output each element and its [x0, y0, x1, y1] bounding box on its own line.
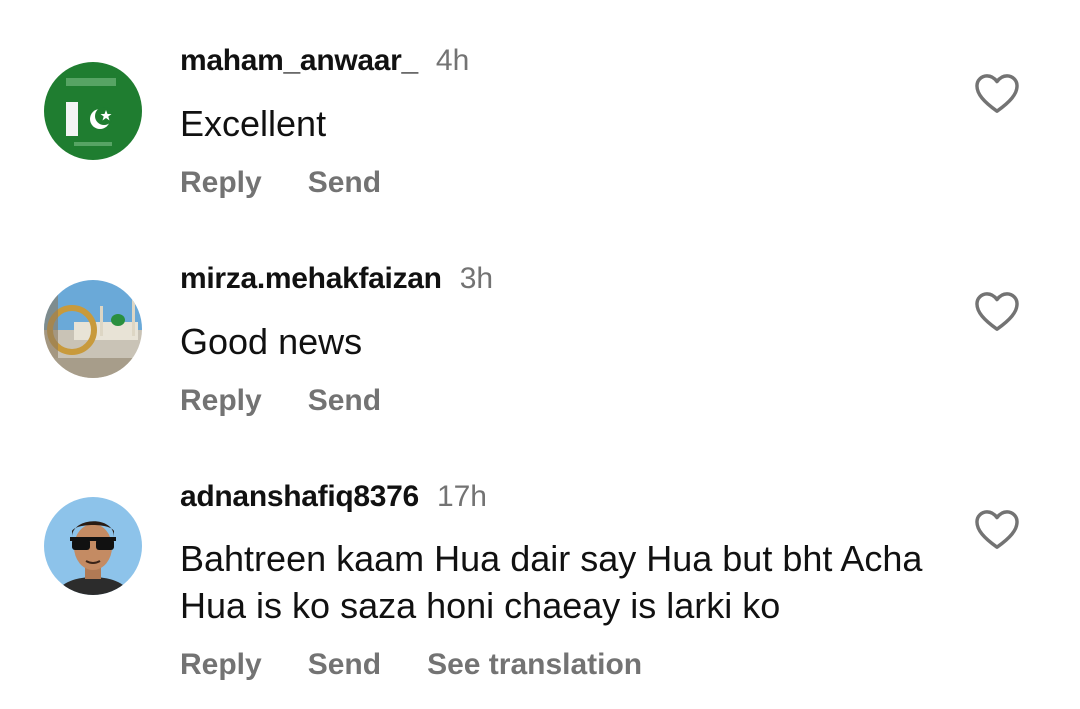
like-button[interactable]: [974, 73, 1020, 115]
timestamp: 3h: [459, 262, 494, 295]
username[interactable]: mirza.mehakfaizan: [180, 262, 442, 296]
like-button[interactable]: [974, 291, 1020, 333]
comment-actions: Reply Send: [180, 384, 427, 418]
person-photo-avatar-icon: [44, 497, 142, 595]
heart-outline-icon: [975, 292, 1019, 331]
comment-meta: mirza.mehakfaizan 3h: [180, 262, 493, 296]
heart-outline-icon: [975, 74, 1019, 113]
avatar[interactable]: [44, 497, 142, 595]
send-button[interactable]: Send: [308, 166, 381, 200]
reply-button[interactable]: Reply: [180, 648, 262, 682]
timestamp: 17h: [436, 480, 487, 513]
like-button[interactable]: [974, 509, 1020, 551]
comment-text: Excellent: [180, 103, 327, 144]
comment-meta: maham_anwaar_ 4h: [180, 44, 469, 78]
send-button[interactable]: Send: [308, 384, 381, 418]
comment-actions: Reply Send See translation: [180, 648, 688, 682]
mosque-photo-avatar-icon: [44, 280, 142, 378]
comment-text: Bahtreen kaam Hua dair say Hua but bht A…: [180, 538, 923, 626]
see-translation-button[interactable]: See translation: [427, 648, 642, 682]
comment-actions: Reply Send: [180, 166, 427, 200]
heart-outline-icon: [975, 510, 1019, 549]
timestamp: 4h: [435, 44, 470, 77]
avatar[interactable]: [44, 62, 142, 160]
reply-button[interactable]: Reply: [180, 166, 262, 200]
send-button[interactable]: Send: [308, 648, 381, 682]
avatar[interactable]: [44, 280, 142, 378]
comment-meta: adnanshafiq8376 17h: [180, 480, 487, 514]
reply-button[interactable]: Reply: [180, 384, 262, 418]
pakistan-flag-avatar-icon: [44, 62, 142, 160]
comment-text: Good news: [180, 321, 363, 362]
username[interactable]: maham_anwaar_: [180, 44, 418, 78]
username[interactable]: adnanshafiq8376: [180, 480, 419, 514]
